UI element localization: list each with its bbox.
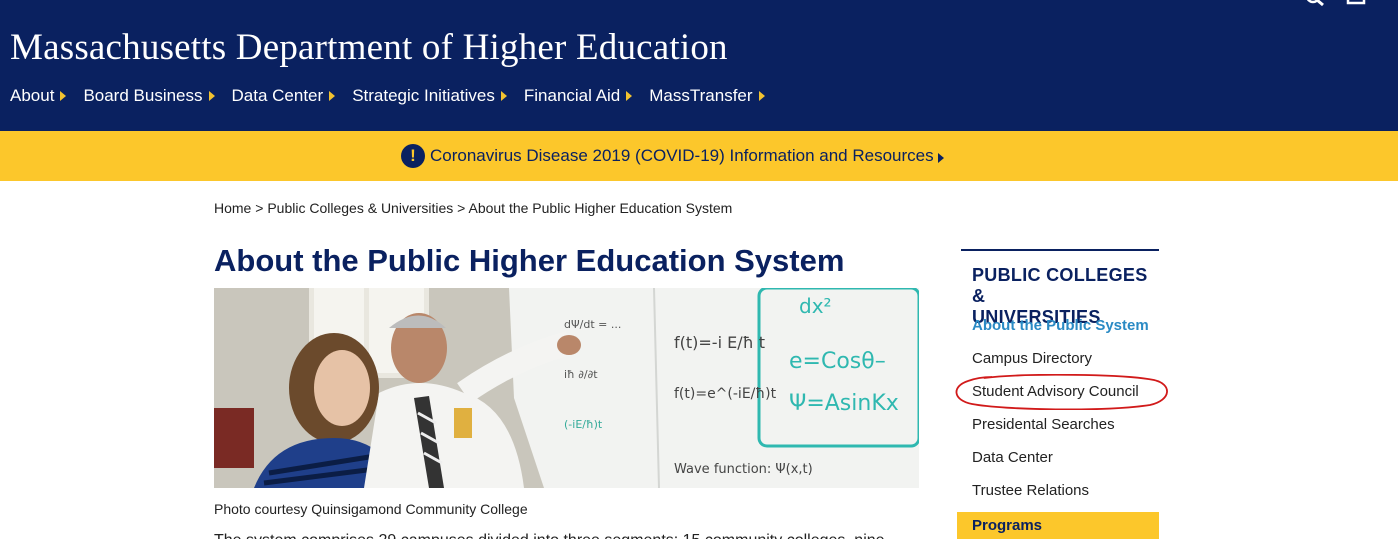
caret-right-icon [329,91,336,101]
caret-right-icon [758,91,765,101]
programs-label: Programs [972,517,1043,534]
caret-right-icon [208,91,215,101]
site-title[interactable]: Massachusetts Department of Higher Educa… [10,26,728,69]
breadcrumb-public-colleges[interactable]: Public Colleges & Universities [267,200,453,216]
nav-label: MassTransfer [649,86,753,105]
alert-text: Coronavirus Disease 2019 (COVID-19) Info… [430,146,934,165]
highlight-circle-annotation [955,374,1168,410]
body-paragraph: The system comprises 29 campuses divided… [214,532,919,539]
breadcrumb: Home > Public Colleges & Universities > … [214,200,732,216]
nav-board-business[interactable]: Board Business [83,86,215,106]
svg-text:f(t)=e^(-iE/ħ)t: f(t)=e^(-iE/ħ)t [674,386,777,402]
nav-label: Strategic Initiatives [352,86,495,105]
nav-masstransfer[interactable]: MassTransfer [649,86,765,106]
sidebar-item-presidential-searches[interactable]: Presidental Searches [972,416,1115,433]
svg-text:Wave function: Ψ(x,t): Wave function: Ψ(x,t) [674,462,813,477]
search-icon[interactable] [1305,0,1327,8]
svg-text:dΨ/dt = ...: dΨ/dt = ... [564,318,621,331]
breadcrumb-home[interactable]: Home [214,200,251,216]
breadcrumb-current: About the Public Higher Education System [468,200,733,216]
hero-photo: dx² e=Cosθ– Ψ=AsinKx f(t)=-i E/ħ t f(t)=… [214,288,919,488]
svg-text:iħ ∂/∂t: iħ ∂/∂t [564,368,598,381]
nav-strategic-initiatives[interactable]: Strategic Initiatives [352,86,507,106]
caret-right-icon [500,91,507,101]
nav-label: About [10,86,55,105]
covid-alert-bar: ! Coronavirus Disease 2019 (COVID-19) In… [0,131,1398,181]
sidebar-heading-line: PUBLIC COLLEGES & [972,265,1148,306]
svg-text:dx²: dx² [799,294,832,318]
nav-label: Financial Aid [523,86,621,105]
menu-icon[interactable] [1346,0,1368,8]
sidebar-item-data-center[interactable]: Data Center [972,449,1053,466]
breadcrumb-separator: > [453,200,469,216]
main-nav: About Board Business Data Center Strateg… [10,86,782,106]
sidebar-programs-button[interactable]: Programs [957,512,1159,539]
nav-financial-aid[interactable]: Financial Aid [523,86,633,106]
svg-text:Ψ=AsinKx: Ψ=AsinKx [789,391,899,416]
sidebar-divider [961,249,1159,251]
covid-alert-link[interactable]: ! Coronavirus Disease 2019 (COVID-19) In… [401,144,944,168]
nav-label: Board Business [83,86,203,105]
page-title: About the Public Higher Education System [214,243,845,278]
svg-text:f(t)=-i E/ħ t: f(t)=-i E/ħ t [674,333,765,352]
photo-caption: Photo courtesy Quinsigamond Community Co… [214,501,528,517]
caret-right-icon [937,152,944,163]
caret-right-icon [60,91,67,101]
site-header: Massachusetts Department of Higher Educa… [0,0,1398,131]
nav-label: Data Center [231,86,324,105]
sidebar-item-campus-directory[interactable]: Campus Directory [972,350,1092,367]
nav-data-center[interactable]: Data Center [232,86,336,106]
caret-right-icon [626,91,633,101]
sidebar-item-trustee-relations[interactable]: Trustee Relations [972,482,1089,499]
breadcrumb-separator: > [251,200,268,216]
nav-about[interactable]: About [10,86,67,106]
svg-text:(-iE/ħ)t: (-iE/ħ)t [564,418,603,431]
svg-text:e=Cosθ–: e=Cosθ– [789,349,886,374]
exclamation-icon: ! [401,144,425,168]
sidebar-item-about-public-system[interactable]: About the Public System [972,317,1149,334]
